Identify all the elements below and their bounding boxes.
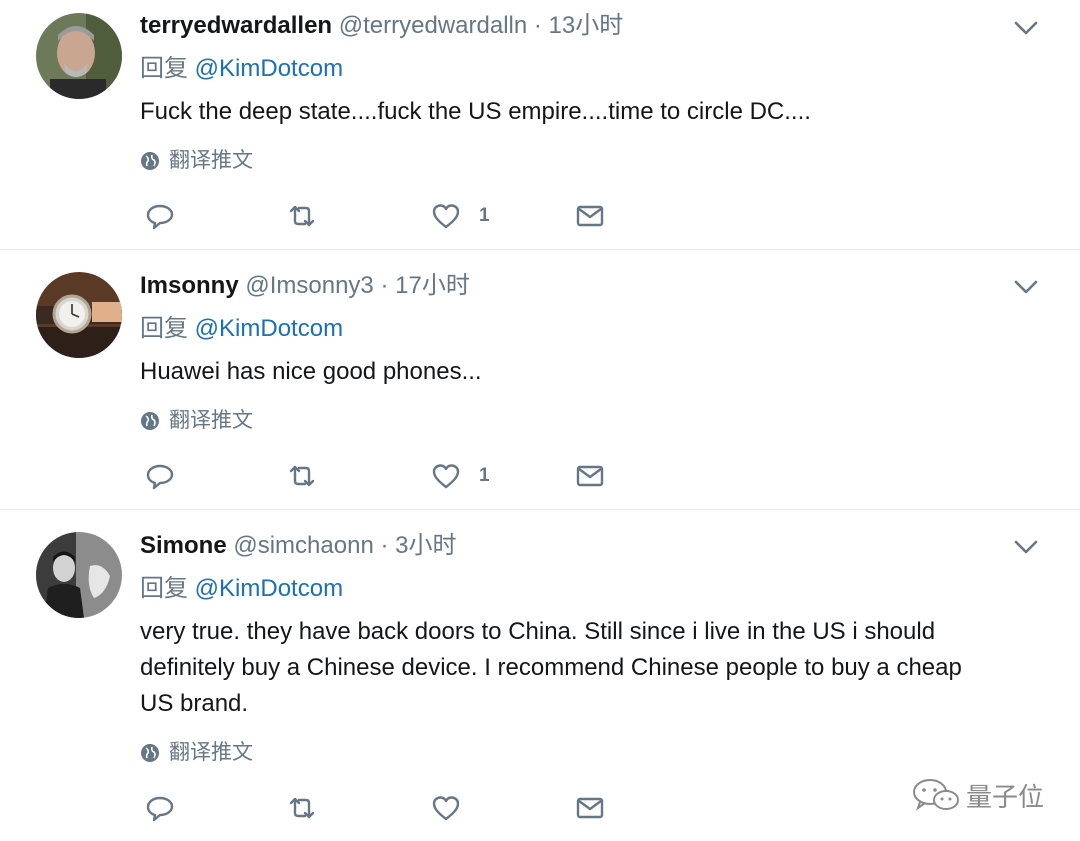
retweet-icon bbox=[289, 205, 315, 227]
watermark-text: 量子位 bbox=[966, 781, 1045, 812]
avatar[interactable] bbox=[36, 532, 122, 618]
translate-tweet[interactable]: 翻译推文 bbox=[140, 740, 253, 766]
reply-prefix: 回复 bbox=[140, 315, 188, 342]
tweet-header: Imsonny @Imsonny3 · 17小时 bbox=[140, 271, 470, 301]
translate-label: 翻译推文 bbox=[169, 149, 253, 172]
like-button[interactable]: 1 bbox=[431, 201, 490, 231]
tweet-header: terryedwardallen @terryedwardalln · 13小时 bbox=[140, 11, 623, 41]
tweet-text-line: Huawei has nice good phones... bbox=[140, 358, 482, 385]
tweet-text: Fuck the deep state....fuck the US empir… bbox=[140, 94, 1040, 130]
tweet-text: very true. they have back doors to China… bbox=[140, 614, 1040, 722]
like-count: 1 bbox=[479, 465, 490, 486]
reply-icon bbox=[146, 464, 174, 490]
reply-prefix: 回复 bbox=[140, 55, 188, 82]
timestamp[interactable]: 17小时 bbox=[395, 272, 470, 299]
timestamp[interactable]: 3小时 bbox=[395, 532, 456, 559]
like-button[interactable]: 1 bbox=[431, 461, 490, 491]
reply-icon bbox=[146, 796, 174, 822]
reply-button[interactable] bbox=[145, 201, 175, 231]
watermark: 量子位 bbox=[910, 776, 1044, 814]
display-name[interactable]: Simone bbox=[140, 532, 227, 559]
tweet-text-line: definitely buy a Chinese device. I recom… bbox=[140, 654, 962, 681]
globe-icon bbox=[141, 412, 159, 430]
display-name[interactable]: Imsonny bbox=[140, 272, 239, 299]
chevron-down-icon[interactable] bbox=[1012, 18, 1040, 38]
translate-label: 翻译推文 bbox=[169, 741, 253, 764]
like-button[interactable] bbox=[431, 793, 479, 823]
chevron-down-icon[interactable] bbox=[1012, 277, 1040, 297]
reply-context: 回复 @KimDotcom bbox=[140, 314, 343, 344]
translate-tweet[interactable]: 翻译推文 bbox=[140, 408, 253, 434]
separator-dot: · bbox=[533, 12, 542, 39]
direct-message-button[interactable] bbox=[575, 461, 605, 491]
envelope-icon bbox=[576, 465, 604, 487]
mention-link[interactable]: @KimDotcom bbox=[195, 315, 343, 342]
globe-icon bbox=[141, 744, 159, 762]
tweet-text: Huawei has nice good phones... bbox=[140, 354, 1040, 390]
envelope-icon bbox=[576, 205, 604, 227]
heart-icon bbox=[432, 204, 460, 229]
timestamp[interactable]: 13小时 bbox=[549, 12, 624, 39]
reply-context: 回复 @KimDotcom bbox=[140, 54, 343, 84]
tweet-header: Simone @simchaonn · 3小时 bbox=[140, 531, 457, 561]
tweet[interactable]: terryedwardallen @terryedwardalln · 13小时… bbox=[0, 0, 1080, 250]
retweet-button[interactable] bbox=[287, 793, 317, 823]
retweet-button[interactable] bbox=[287, 461, 317, 491]
avatar[interactable] bbox=[36, 13, 122, 99]
user-handle[interactable]: @terryedwardalln bbox=[339, 12, 527, 39]
wechat-icon bbox=[913, 779, 959, 811]
translate-label: 翻译推文 bbox=[169, 409, 253, 432]
reply-button[interactable] bbox=[145, 461, 175, 491]
reply-prefix: 回复 bbox=[140, 575, 188, 602]
separator-dot: · bbox=[380, 532, 389, 559]
user-handle[interactable]: @simchaonn bbox=[233, 532, 373, 559]
heart-icon bbox=[432, 464, 460, 489]
like-count: 1 bbox=[479, 205, 490, 226]
direct-message-button[interactable] bbox=[575, 201, 605, 231]
tweet-text-line: very true. they have back doors to China… bbox=[140, 618, 936, 645]
mention-link[interactable]: @KimDotcom bbox=[195, 575, 343, 602]
retweet-icon bbox=[289, 797, 315, 819]
avatar[interactable] bbox=[36, 272, 122, 358]
display-name[interactable]: terryedwardallen bbox=[140, 12, 332, 39]
translate-tweet[interactable]: 翻译推文 bbox=[140, 148, 253, 174]
separator-dot: · bbox=[380, 272, 389, 299]
chevron-down-icon[interactable] bbox=[1012, 537, 1040, 557]
mention-link[interactable]: @KimDotcom bbox=[195, 55, 343, 82]
reply-context: 回复 @KimDotcom bbox=[140, 574, 343, 604]
tweet-text-line: US brand. bbox=[140, 690, 249, 717]
retweet-icon bbox=[289, 465, 315, 487]
tweet[interactable]: Imsonny @Imsonny3 · 17小时 回复 @KimDotcom H… bbox=[0, 250, 1080, 510]
direct-message-button[interactable] bbox=[575, 793, 605, 823]
tweet-text-line: Fuck the deep state....fuck the US empir… bbox=[140, 98, 811, 125]
heart-icon bbox=[432, 796, 460, 821]
globe-icon bbox=[141, 152, 159, 170]
user-handle[interactable]: @Imsonny3 bbox=[245, 272, 373, 299]
reply-icon bbox=[146, 204, 174, 230]
reply-button[interactable] bbox=[145, 793, 175, 823]
retweet-button[interactable] bbox=[287, 201, 317, 231]
envelope-icon bbox=[576, 797, 604, 819]
